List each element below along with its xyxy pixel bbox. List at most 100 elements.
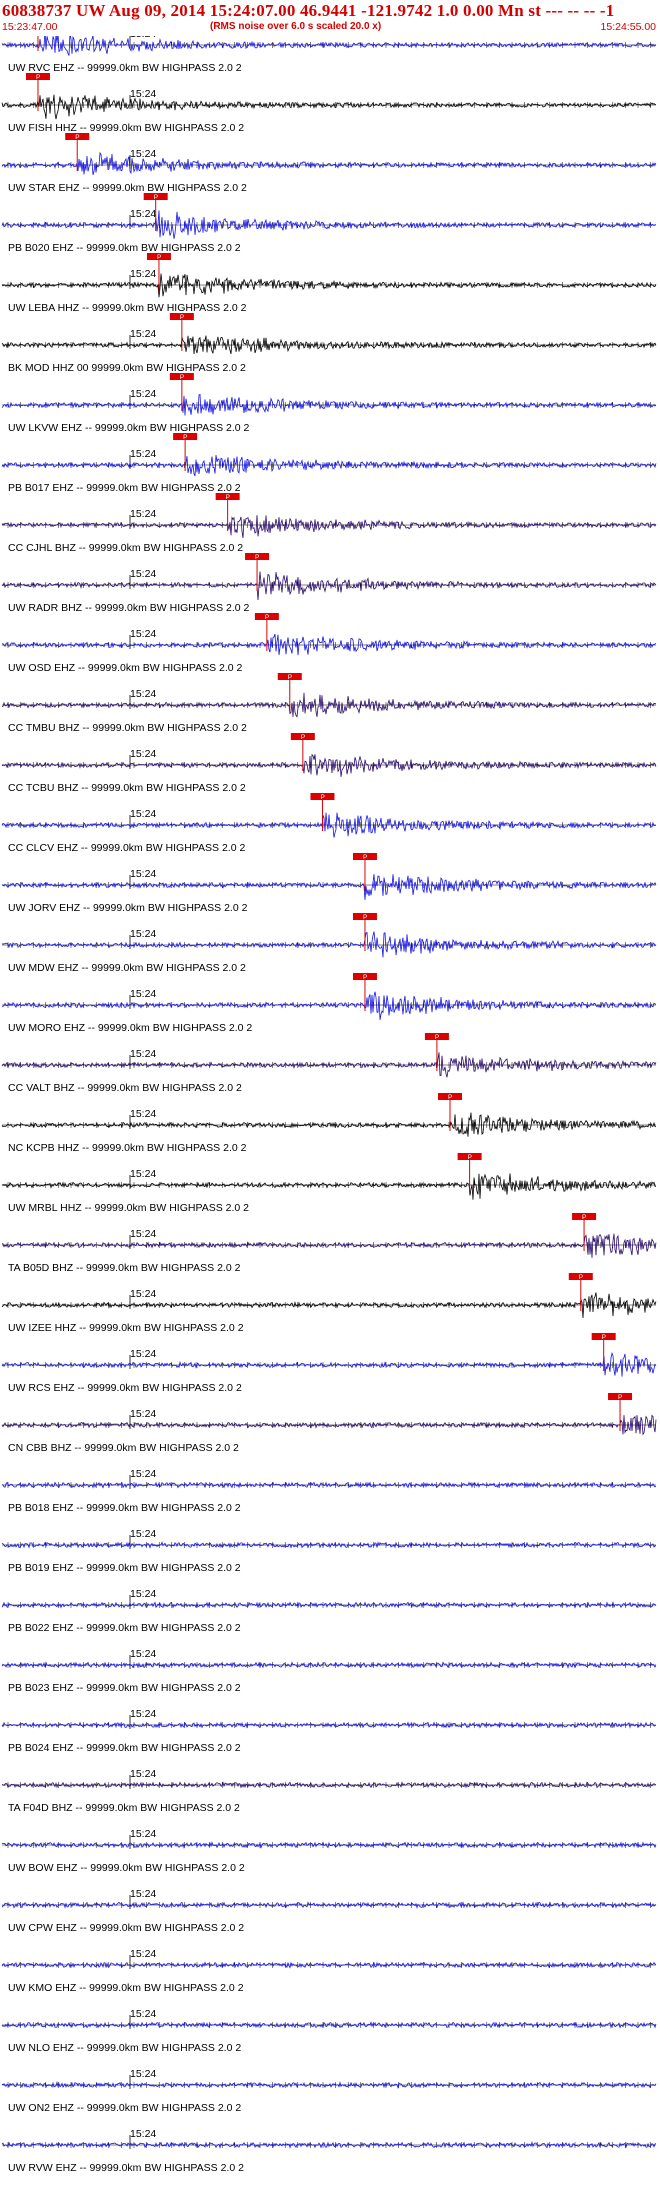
minute-label: 15:24: [130, 928, 156, 940]
minute-label: 15:24: [130, 328, 156, 340]
pick-label: P: [579, 1274, 583, 1281]
station-label: UW KMO EHZ -- 99999.0km BW HIGHPASS 2.0 …: [8, 1982, 244, 1994]
station-label: UW JORV EHZ -- 99999.0km BW HIGHPASS 2.0…: [8, 902, 248, 914]
pick-label: P: [157, 254, 161, 261]
waveform: [1, 151, 657, 176]
station-label: BK MOD HHZ 00 99999.0km BW HIGHPASS 2.0 …: [8, 362, 246, 374]
minute-label: 15:24: [130, 688, 156, 700]
waveform: [1, 1173, 656, 1200]
trace-22: 15:24 P UW RCS EHZ -- 99999.0km BW HIGHPAS…: [1, 1333, 657, 1394]
waveform: [1, 571, 657, 601]
pick-label: P: [265, 614, 269, 621]
trace-12: 15:24 P CC TCBU BHZ -- 99999.0km BW HIGHPA…: [1, 733, 657, 794]
minute-label: 15:24: [130, 628, 156, 640]
trace-32: 15:24 UW KMO EHZ -- 99999.0km BW HIGHPASS…: [1, 1948, 656, 1994]
minute-label: 15:24: [130, 1888, 156, 1900]
minute-label: 15:24: [130, 2068, 156, 2080]
start-time: 15:23:47.00: [2, 21, 58, 33]
station-label: UW IZEE HHZ -- 99999.0km BW HIGHPASS 2.0…: [8, 1322, 244, 1334]
waveform: [1, 931, 657, 958]
pick-label: P: [468, 1154, 472, 1161]
pick-label: P: [363, 914, 367, 921]
minute-label: 15:24: [130, 808, 156, 820]
station-label: TA B05D BHZ -- 99999.0km BW HIGHPASS 2.0…: [8, 1262, 241, 1274]
minute-label: 15:24: [130, 388, 156, 400]
station-label: UW FISH HHZ -- 99999.0km BW HIGHPASS 2.0…: [8, 122, 244, 134]
waveform: [1, 1112, 657, 1137]
station-label: UW STAR EHZ -- 99999.0km BW HIGHPASS 2.0…: [8, 182, 247, 194]
minute-label: 15:24: [130, 1948, 156, 1960]
minute-label: 15:24: [130, 2128, 156, 2140]
pick-label: P: [363, 974, 367, 981]
trace-28: 15:24 PB B024 EHZ -- 99999.0km BW HIGHPAS…: [1, 1708, 657, 1754]
station-label: UW BOW EHZ -- 99999.0km BW HIGHPASS 2.0 …: [8, 1862, 245, 1874]
end-time: 15:24:55.00: [600, 21, 656, 33]
waveform: [1, 273, 657, 298]
waveform: [1, 2080, 657, 2090]
pick-label: P: [602, 1334, 606, 1341]
trace-21: 15:24 P UW IZEE HHZ -- 99999.0km BW HIGHPA…: [1, 1273, 657, 1334]
waveform: [1, 94, 657, 120]
trace-8: 15:24 P CC CJHL BHZ -- 99999.0km BW HIGHPA…: [1, 493, 657, 554]
trace-13: 15:24 P CC CLCV EHZ -- 99999.0km BW HIGHPA…: [1, 793, 656, 854]
trace-5: 15:24 P BK MOD HHZ 00 99999.0km BW HIGHPAS…: [1, 313, 657, 374]
trace-26: 15:24 PB B022 EHZ -- 99999.0km BW HIGHPAS…: [1, 1588, 657, 1634]
trace-35: 15:24 UW RVW EHZ -- 99999.0km BW HIGHPASS…: [1, 2128, 657, 2174]
minute-label: 15:24: [130, 1648, 156, 1660]
station-label: UW NLO EHZ -- 99999.0km BW HIGHPASS 2.0 …: [8, 2042, 241, 2054]
minute-label: 15:24: [130, 1228, 156, 1240]
trace-2: 15:24 P UW STAR EHZ -- 99999.0km BW HIGHPA…: [1, 133, 657, 194]
pick-label: P: [618, 1394, 622, 1401]
station-label: NC KCPB HHZ -- 99999.0km BW HIGHPASS 2.0…: [8, 1142, 247, 1154]
pick-label: P: [582, 1214, 586, 1221]
trace-6: 15:24 P UW LKVW EHZ -- 99999.0km BW HIGHPA…: [1, 373, 657, 434]
station-label: CC TCBU BHZ -- 99999.0km BW HIGHPASS 2.0…: [8, 782, 246, 794]
waveform: [1, 36, 657, 56]
pick-label: P: [180, 374, 184, 381]
trace-31: 15:24 UW CPW EHZ -- 99999.0km BW HIGHPASS…: [1, 1888, 657, 1934]
station-label: UW RVW EHZ -- 99999.0km BW HIGHPASS 2.0 …: [8, 2162, 244, 2174]
station-label: UW MDW EHZ -- 99999.0km BW HIGHPASS 2.0 …: [8, 962, 246, 974]
trace-18: 15:24 P NC KCPB HHZ -- 99999.0km BW HIGHPA…: [1, 1093, 657, 1154]
pick-label: P: [320, 794, 324, 801]
minute-label: 15:24: [130, 1288, 156, 1300]
station-label: CN CBB BHZ -- 99999.0km BW HIGHPASS 2.0 …: [8, 1442, 239, 1454]
trace-20: 15:24 P TA B05D BHZ -- 99999.0km BW HIGHPA…: [1, 1213, 657, 1274]
pick-label: P: [180, 314, 184, 321]
trace-4: 15:24P UW LEBA HHZ -- 99999.0km BW HIGHPA…: [1, 253, 657, 314]
station-label: UW CPW EHZ -- 99999.0km BW HIGHPASS 2.0 …: [8, 1922, 244, 1934]
pick-label: P: [226, 494, 230, 501]
pick-label: P: [301, 734, 305, 741]
station-label: CC VALT BHZ -- 99999.0km BW HIGHPASS 2.0…: [8, 1082, 242, 1094]
trace-16: 15:24 P UW MORO EHZ -- 99999.0km BW HIGHPA…: [1, 973, 657, 1034]
trace-30: 15:24 UW BOW EHZ -- 99999.0km BW HIGHPASS…: [1, 1828, 657, 1874]
station-label: UW LKVW EHZ -- 99999.0km BW HIGHPASS 2.0…: [8, 422, 250, 434]
pick-label: P: [154, 194, 158, 201]
waveform: [1, 633, 657, 656]
trace-15: 15:24 P UW MDW EHZ -- 99999.0km BW HIGHPAS…: [1, 913, 657, 974]
trace-24: 15:24 PB B018 EHZ -- 99999.0km BW HIGHPAS…: [1, 1468, 657, 1514]
minute-label: 15:24: [130, 1108, 156, 1120]
trace-7: 15:24 P PB B017 EHZ -- 99999.0km BW HIGHPA…: [1, 433, 657, 494]
trace-33: 15:24 UW NLO EHZ -- 99999.0km BW HIGHPASS…: [1, 2008, 657, 2054]
trace-11: 15:24 P CC TMBU BHZ -- 99999.0km BW HIGHPA…: [1, 673, 656, 734]
waveform: [1, 991, 657, 1020]
trace-1: 15:24 P UW FISH HHZ -- 99999.0km BW HIGHPA…: [1, 73, 657, 134]
trace-27: 15:24 PB B023 EHZ -- 99999.0km BW HIGHPAS…: [1, 1648, 657, 1694]
station-label: CC CLCV EHZ -- 99999.0km BW HIGHPASS 2.0…: [8, 842, 245, 854]
station-label: UW OSD EHZ -- 99999.0km BW HIGHPASS 2.0 …: [8, 662, 243, 674]
minute-label: 15:24: [130, 1828, 156, 1840]
station-label: PB B018 EHZ -- 99999.0km BW HIGHPASS 2.0…: [8, 1502, 241, 1514]
station-label: PB B017 EHZ -- 99999.0km BW HIGHPASS 2.0…: [8, 482, 241, 494]
trace-29: 15:24 TA F04D BHZ -- 99999.0km BW HIGHPAS…: [1, 1768, 657, 1814]
station-label: UW MORO EHZ -- 99999.0km BW HIGHPASS 2.0…: [8, 1022, 252, 1034]
minute-label: 15:24: [130, 1528, 156, 1540]
station-label: PB B024 EHZ -- 99999.0km BW HIGHPASS 2.0…: [8, 1742, 241, 1754]
station-label: UW ON2 EHZ -- 99999.0km BW HIGHPASS 2.0 …: [8, 2102, 241, 2114]
minute-label: 15:24: [130, 1348, 156, 1360]
station-label: PB B019 EHZ -- 99999.0km BW HIGHPASS 2.0…: [8, 1562, 241, 1574]
trace-25: 15:24 PB B019 EHZ -- 99999.0km BW HIGHPAS…: [1, 1528, 657, 1574]
pick-label: P: [448, 1094, 452, 1101]
station-label: UW MRBL HHZ -- 99999.0km BW HIGHPASS 2.0…: [8, 1202, 249, 1214]
station-label: UW RVC EHZ -- 99999.0km BW HIGHPASS 2.0 …: [8, 62, 242, 74]
